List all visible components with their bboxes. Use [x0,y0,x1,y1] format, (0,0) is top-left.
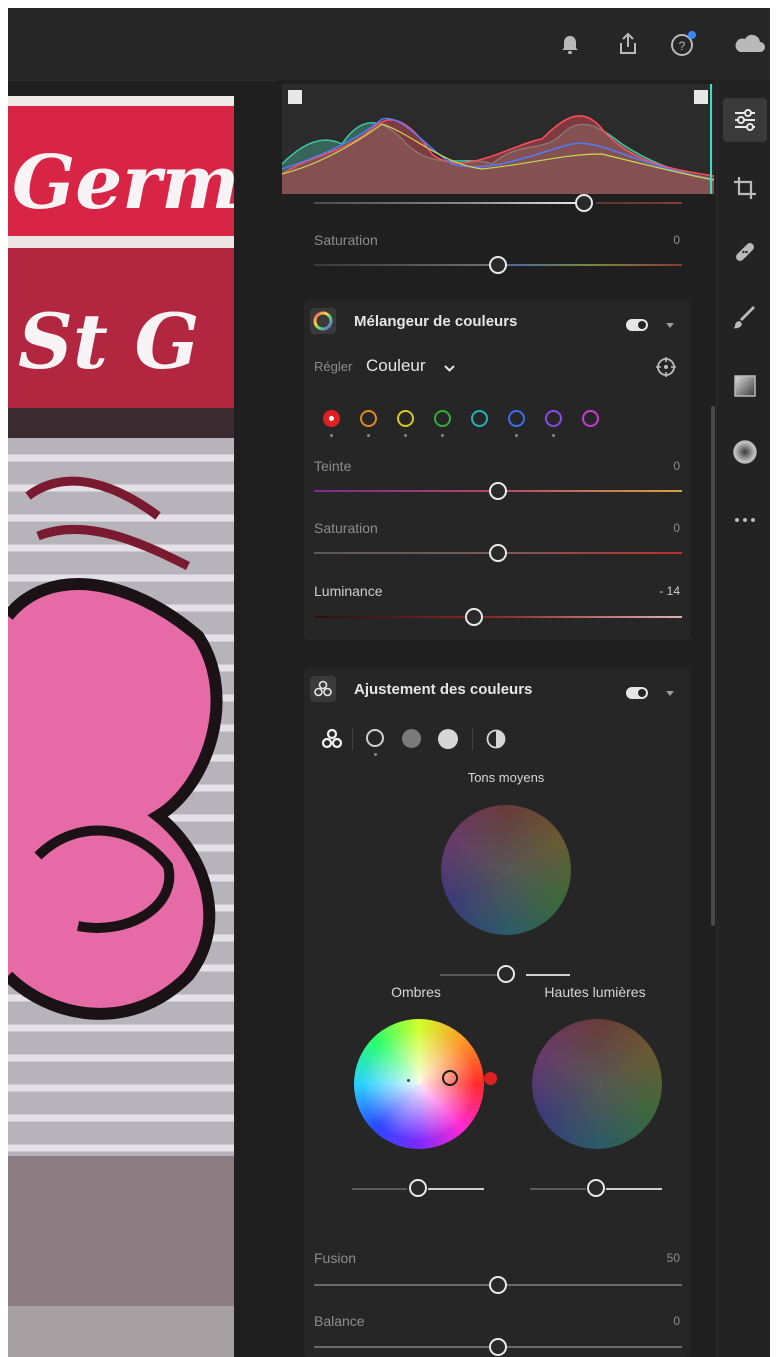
midtones-lum-track-left[interactable] [440,974,504,976]
cloud-icon[interactable] [732,30,766,58]
svg-text:?: ? [679,39,686,53]
swatch-purple[interactable] [545,410,562,427]
luminance-value[interactable]: - 14 [640,584,680,598]
swatch-marker [441,434,444,437]
histogram [282,84,714,194]
previous-slider-track[interactable] [314,202,576,204]
swatch-marker [330,434,333,437]
highlights-view-icon[interactable] [438,729,458,749]
top-bar: ? [8,8,770,81]
midtones-label: Tons moyens [467,770,545,785]
balance-label: Balance [314,1313,365,1329]
shadow-clipping-toggle[interactable] [288,90,302,104]
edit-sliders-icon[interactable] [731,106,759,134]
highlights-lum-track-right[interactable] [606,1188,662,1190]
previous-slider-thumb[interactable] [575,194,593,212]
svg-text:Germ: Germ [12,140,234,226]
hue-label: Teinte [314,458,352,474]
midtones-wheel-handle[interactable] [501,865,511,875]
color-grading-icon [310,676,336,702]
swatch-orange[interactable] [360,410,377,427]
luminance-thumb[interactable] [465,608,483,626]
swatch-marker [404,434,407,437]
shadows-lum-track-left[interactable] [352,1188,407,1190]
mixer-saturation-thumb[interactable] [489,544,507,562]
app-window: ? Germ St G Saturation 0 Mélangeur de co… [8,8,770,1357]
color-mixer-card: Mélangeur de couleurs Régler Couleur Tei… [304,300,690,640]
panel-scrollbar[interactable] [711,406,715,926]
midtones-lum-thumb[interactable] [497,965,515,983]
color-mixer-title[interactable]: Mélangeur de couleurs [354,313,517,330]
saturation-thumb[interactable] [489,256,507,274]
blending-label: Fusion [314,1250,357,1266]
luminance-track[interactable] [314,616,682,618]
highlights-lum-track-left[interactable] [530,1188,586,1190]
shadows-lum-track-right[interactable] [428,1188,484,1190]
adjust-dropdown-chevron-icon[interactable] [444,360,455,372]
global-view-icon[interactable] [486,729,506,749]
divider [352,728,353,750]
mixer-saturation-value[interactable]: 0 [640,521,680,535]
swatch-yellow[interactable] [397,410,414,427]
previous-slider-track-right[interactable] [596,202,682,204]
swatch-marker [515,434,518,437]
shadows-wheel-center [407,1079,410,1082]
saturation-value[interactable]: 0 [640,233,680,247]
mode-marker [374,753,377,756]
color-grading-toggle[interactable] [626,687,648,699]
mixer-saturation-label: Saturation [314,520,378,536]
balance-value[interactable]: 0 [640,1314,680,1328]
swatch-marker [552,434,555,437]
shadows-saturation-dot[interactable] [484,1072,497,1085]
color-grading-card: Ajustement des couleurs Tons moyens Ombr… [304,668,690,1357]
help-icon[interactable]: ? [669,30,697,58]
hue-thumb[interactable] [489,482,507,500]
highlights-label: Hautes lumières [544,984,646,1000]
crop-icon[interactable] [731,174,759,202]
target-adjust-icon[interactable] [655,356,677,378]
luminance-label: Luminance [314,583,383,599]
blending-thumb[interactable] [489,1276,507,1294]
share-icon[interactable] [614,30,642,58]
shadows-wheel[interactable] [354,1019,484,1149]
color-mixer-toggle[interactable] [626,319,648,331]
more-icon[interactable] [731,506,759,534]
color-grading-title[interactable]: Ajustement des couleurs [354,681,532,698]
hue-value[interactable]: 0 [640,459,680,473]
shadows-label: Ombres [391,984,441,1000]
shadows-wheel-handle[interactable] [442,1070,458,1086]
color-grading-collapse-icon[interactable] [666,691,674,696]
swatch-magenta[interactable] [582,410,599,427]
divider [472,728,473,750]
blending-value[interactable]: 50 [640,1251,680,1265]
shadows-view-icon[interactable] [366,729,384,747]
color-mixer-icon [310,308,336,334]
highlight-clipping-toggle[interactable] [694,90,708,104]
midtones-view-icon[interactable] [402,729,421,748]
color-mixer-collapse-icon[interactable] [666,323,674,328]
photo-preview[interactable]: Germ St G [8,96,234,1357]
highlights-wheel-handle[interactable] [592,1079,602,1089]
swatch-marker [367,434,370,437]
svg-text:St G: St G [18,297,199,386]
highlights-lum-thumb[interactable] [587,1179,605,1197]
swatch-blue[interactable] [508,410,525,427]
shadows-lum-thumb[interactable] [409,1179,427,1197]
right-toolbar [716,80,770,1357]
radial-gradient-icon[interactable] [731,438,759,466]
swatch-red-selected-dot [329,416,334,421]
midtones-lum-track-right[interactable] [526,974,570,976]
swatch-green[interactable] [434,410,451,427]
healing-icon[interactable] [731,238,759,266]
saturation-label: Saturation [314,232,378,248]
adjust-label: Régler [314,359,353,374]
brush-icon[interactable] [731,304,759,332]
adjust-dropdown[interactable]: Couleur [366,356,426,376]
bell-icon[interactable] [556,30,584,58]
three-way-view-icon[interactable] [318,727,346,751]
linear-gradient-icon[interactable] [731,372,759,400]
balance-thumb[interactable] [489,1338,507,1356]
swatch-aqua[interactable] [471,410,488,427]
